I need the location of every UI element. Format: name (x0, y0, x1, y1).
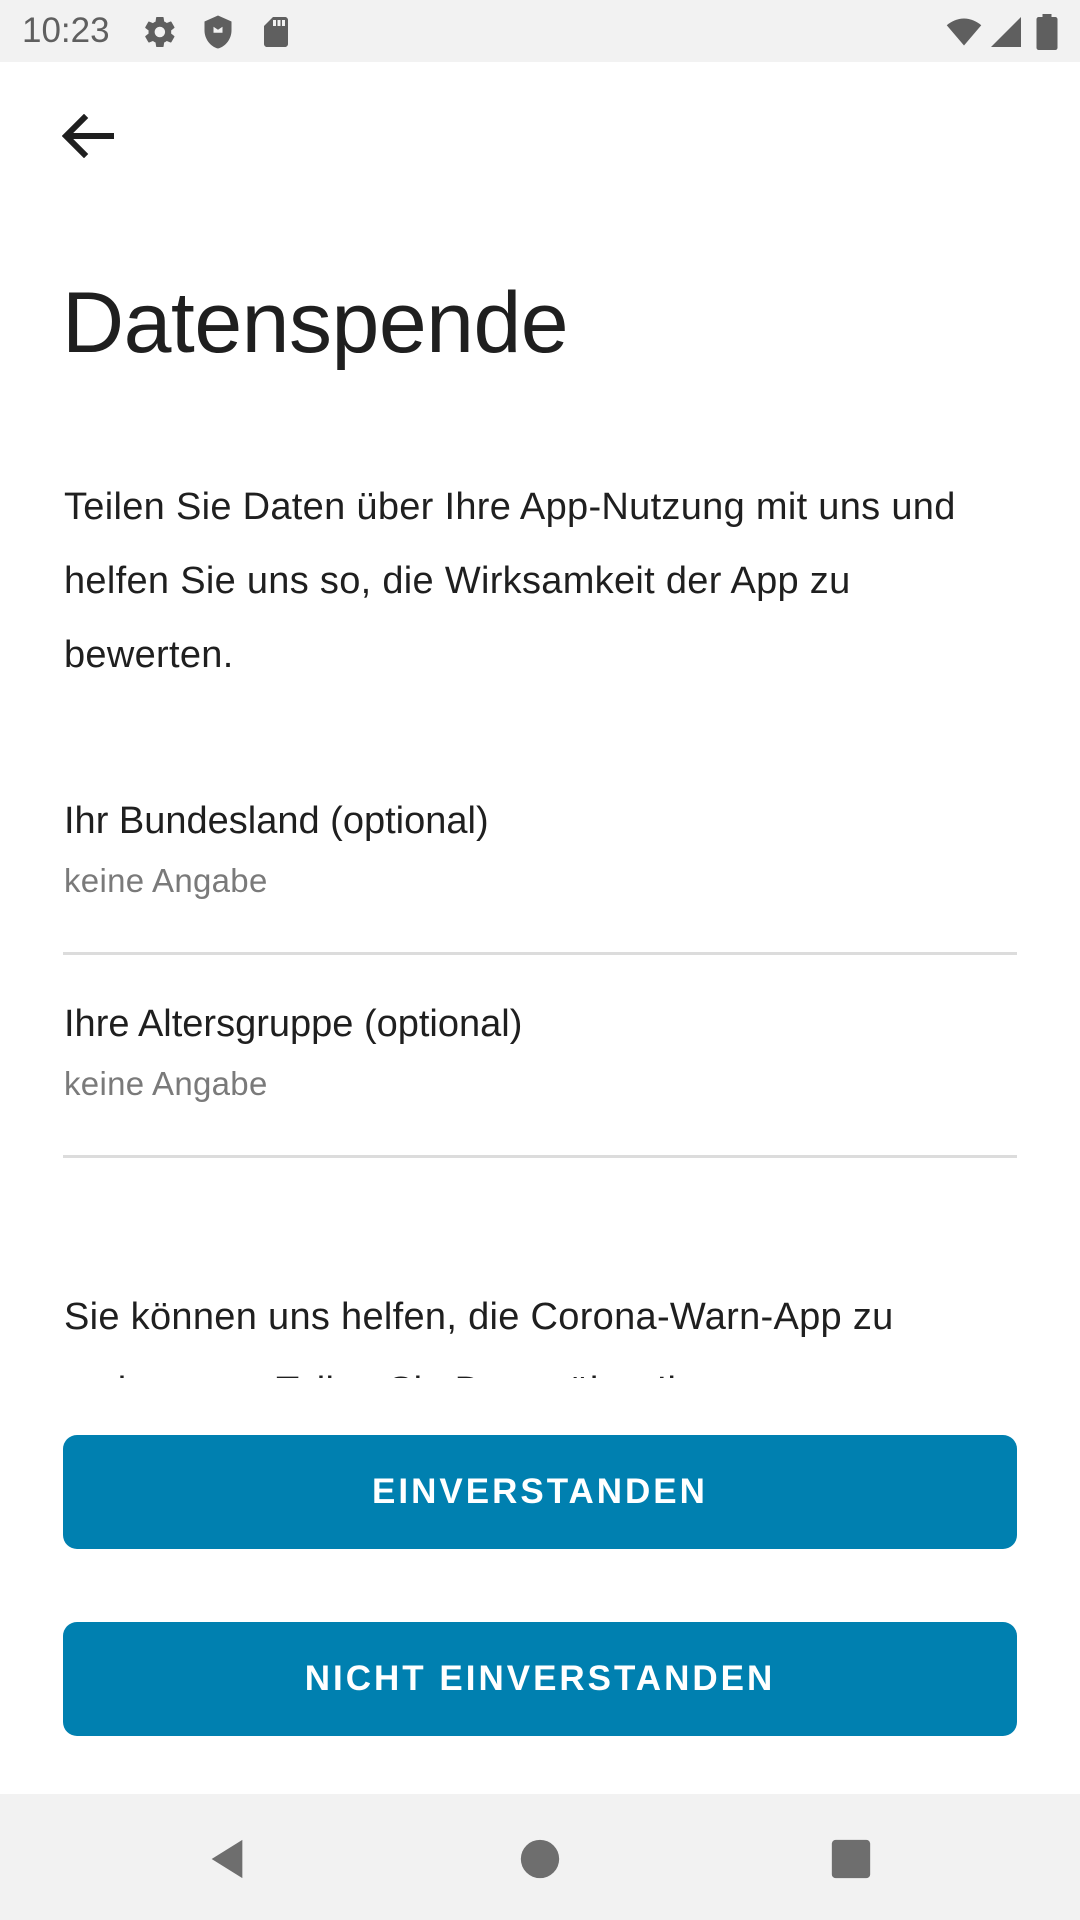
status-time: 10:23 (22, 11, 110, 50)
navigation-bar (0, 1794, 1080, 1920)
signal-icon (988, 14, 1024, 50)
page-title: Datenspende (62, 275, 569, 371)
arrow-back-icon (62, 114, 114, 158)
age-group-selector-label: Ihre Altersgruppe (optional) (64, 1003, 523, 1045)
age-group-selector[interactable]: Ihre Altersgruppe (optional) keine Angab… (64, 1000, 1016, 1104)
decline-button[interactable]: NICHT EINVERSTANDEN (63, 1622, 1017, 1736)
age-group-selector-value: keine Angabe (64, 1065, 268, 1102)
state-selector-label: Ihr Bundesland (optional) (64, 800, 489, 842)
battery-icon (1032, 14, 1062, 50)
nav-back-button[interactable] (192, 1824, 262, 1894)
scroll-content[interactable]: Sie können uns helfen, die Corona-Warn-A… (0, 1280, 1080, 1378)
back-button[interactable] (52, 104, 124, 168)
gear-icon (142, 14, 178, 50)
divider (63, 1155, 1017, 1158)
nav-recents-icon (831, 1839, 871, 1879)
help-text: Sie können uns helfen, die Corona-Warn-A… (64, 1296, 894, 1378)
nav-home-button[interactable] (505, 1824, 575, 1894)
wifi-icon (944, 14, 984, 50)
accept-button[interactable]: EINVERSTANDEN (63, 1435, 1017, 1549)
shield-icon (200, 14, 236, 50)
state-selector[interactable]: Ihr Bundesland (optional) keine Angabe (64, 797, 1016, 901)
divider (63, 952, 1017, 955)
intro-text: Teilen Sie Daten über Ihre App-Nutzung m… (64, 486, 956, 676)
state-selector-value: keine Angabe (64, 862, 268, 899)
status-bar: 10:23 (0, 0, 1080, 62)
nav-home-icon (520, 1839, 560, 1879)
sd-card-icon (258, 14, 294, 50)
nav-recents-button[interactable] (816, 1824, 886, 1894)
nav-back-icon (211, 1839, 243, 1879)
